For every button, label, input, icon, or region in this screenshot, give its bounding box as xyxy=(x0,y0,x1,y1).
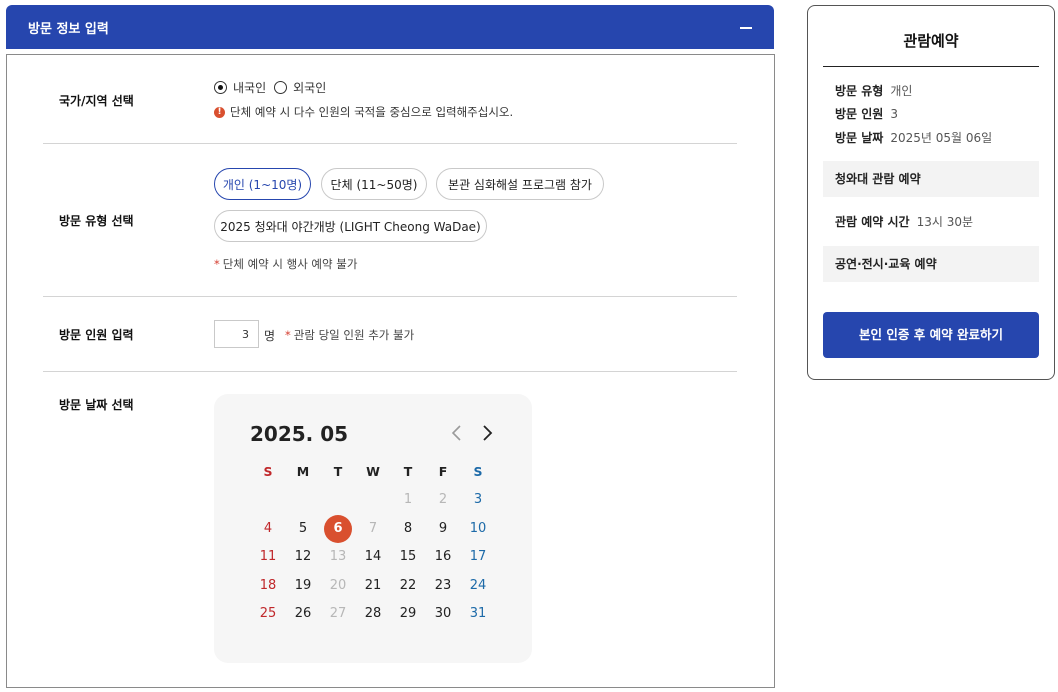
visitor-count-label: 방문 인원 입력 xyxy=(59,328,134,342)
visitor-count-input[interactable] xyxy=(214,320,259,348)
radio-domestic-label: 내국인 xyxy=(233,81,267,95)
visit-date-label: 방문 날짜 선택 xyxy=(59,398,134,412)
required-star: * xyxy=(285,328,291,342)
calendar-day[interactable]: 17 xyxy=(464,543,492,571)
chip-deep-tour-program[interactable]: 본관 심화해설 프로그램 참가 xyxy=(436,168,604,200)
calendar-day: 7 xyxy=(368,521,378,536)
visitor-count-note: * 관람 당일 인원 추가 불가 xyxy=(285,327,414,343)
section-title: 방문 정보 입력 xyxy=(28,22,109,37)
visitor-count-unit: 명 xyxy=(264,329,276,343)
calendar-day[interactable]: 24 xyxy=(464,572,492,600)
calendar-day-selected[interactable]: 6 xyxy=(324,515,352,543)
summary-row-visit-type: 방문 유형 개인 xyxy=(835,82,912,99)
nationality-radio-group: 내국인 외국인 xyxy=(214,79,334,96)
calendar-month-title: 2025. 05 xyxy=(250,422,349,446)
calendar-day[interactable]: 30 xyxy=(429,600,457,628)
visitor-count-note-text: 관람 당일 인원 추가 불가 xyxy=(293,328,415,342)
calendar-day[interactable]: 26 xyxy=(289,600,317,628)
summary-key: 방문 인원 xyxy=(835,107,884,121)
calendar-day[interactable]: 10 xyxy=(464,515,492,543)
calendar-day[interactable]: 19 xyxy=(289,572,317,600)
calendar-day[interactable]: 16 xyxy=(429,543,457,571)
visit-type-label: 방문 유형 선택 xyxy=(59,214,134,228)
calendar-day[interactable]: 12 xyxy=(289,543,317,571)
summary-key: 방문 날짜 xyxy=(835,131,884,145)
calendar-day[interactable]: 14 xyxy=(359,543,387,571)
nationality-notice-text: 단체 예약 시 다수 인원의 국적을 중심으로 입력해주십시오. xyxy=(230,105,514,119)
weekday-header: F xyxy=(438,464,448,479)
row-divider xyxy=(43,296,737,297)
radio-foreign[interactable]: 외국인 xyxy=(274,79,326,96)
required-star: * xyxy=(214,257,220,271)
complete-reservation-button[interactable]: 본인 인증 후 예약 완료하기 xyxy=(823,312,1039,358)
chevron-left-icon[interactable] xyxy=(450,422,464,444)
calendar-day: 13 xyxy=(329,549,347,564)
nationality-label: 국가/지역 선택 xyxy=(59,94,134,108)
summary-value: 개인 xyxy=(890,84,913,98)
row-divider xyxy=(43,371,737,372)
weekday-header: W xyxy=(366,464,380,479)
calendar-day[interactable]: 4 xyxy=(254,515,282,543)
calendar-day: 2 xyxy=(438,492,448,507)
calendar-day[interactable]: 9 xyxy=(429,515,457,543)
radio-foreign-label: 외국인 xyxy=(293,81,327,95)
summary-band-event-reservation: 공연·전시·교육 예약 xyxy=(823,246,1039,282)
visit-type-note: * 단체 예약 시 행사 예약 불가 xyxy=(214,256,357,272)
calendar-day[interactable]: 25 xyxy=(254,600,282,628)
calendar-day[interactable]: 11 xyxy=(254,543,282,571)
chevron-right-icon[interactable] xyxy=(480,422,494,444)
alert-icon: ! xyxy=(214,106,225,118)
summary-value: 3 xyxy=(890,107,898,121)
summary-title: 관람예약 xyxy=(903,32,959,50)
chip-individual[interactable]: 개인 (1~10명) xyxy=(214,168,311,200)
summary-value: 2025년 05월 06일 xyxy=(890,131,993,145)
summary-row-visit-date: 방문 날짜 2025년 05월 06일 xyxy=(835,129,992,146)
summary-divider xyxy=(823,66,1039,67)
summary-band-tour-reservation: 청와대 관람 예약 xyxy=(823,161,1039,197)
nationality-notice: ! 단체 예약 시 다수 인원의 국적을 중심으로 입력해주십시오. xyxy=(214,104,513,120)
section-header: 방문 정보 입력 xyxy=(6,5,774,49)
calendar-day[interactable]: 8 xyxy=(394,515,422,543)
reservation-summary-card: 관람예약 방문 유형 개인 방문 인원 3 방문 날짜 2025년 05월 06일 청… xyxy=(807,5,1055,380)
row-divider xyxy=(43,143,737,144)
weekday-header: M xyxy=(296,464,310,479)
calendar-day[interactable]: 18 xyxy=(254,572,282,600)
calendar-day[interactable]: 22 xyxy=(394,572,422,600)
calendar-day[interactable]: 3 xyxy=(464,486,492,514)
weekday-header: S xyxy=(263,464,273,479)
radio-checked-icon xyxy=(214,81,227,94)
calendar-day: 1 xyxy=(403,492,413,507)
visit-info-form: 국가/지역 선택 내국인 외국인 ! 단체 예약 시 다수 인원의 국적을 중심… xyxy=(6,54,775,688)
calendar-day[interactable]: 15 xyxy=(394,543,422,571)
calendar-day: 20 xyxy=(329,578,347,593)
radio-domestic[interactable]: 내국인 xyxy=(214,79,266,96)
calendar-day[interactable]: 29 xyxy=(394,600,422,628)
weekday-header: T xyxy=(333,464,343,479)
calendar-day[interactable]: 28 xyxy=(359,600,387,628)
collapse-icon[interactable] xyxy=(740,20,752,34)
date-picker-calendar: 2025. 05 S M T W T F S 1 2 3 4 5 6 7 8 9 10 11 12 13 14 15 16 1… xyxy=(214,394,532,663)
radio-unchecked-icon xyxy=(274,81,288,94)
visit-type-note-text: 단체 예약 시 행사 예약 불가 xyxy=(222,257,358,271)
summary-key: 방문 유형 xyxy=(835,84,884,98)
chip-night-opening[interactable]: 2025 청와대 야간개방 (LIGHT Cheong WaDae) xyxy=(214,210,487,242)
calendar-day[interactable]: 21 xyxy=(359,572,387,600)
weekday-header: T xyxy=(403,464,413,479)
calendar-day[interactable]: 31 xyxy=(464,600,492,628)
calendar-day: 27 xyxy=(329,606,347,621)
summary-row-visitor-count: 방문 인원 3 xyxy=(835,105,898,122)
summary-row-time: 관람 예약 시간 13시 30분 xyxy=(835,213,973,230)
calendar-day[interactable]: 23 xyxy=(429,572,457,600)
chip-group[interactable]: 단체 (11~50명) xyxy=(321,168,427,200)
summary-key: 관람 예약 시간 xyxy=(835,215,910,229)
summary-value: 13시 30분 xyxy=(916,215,974,229)
calendar-day[interactable]: 5 xyxy=(289,515,317,543)
weekday-header: S xyxy=(473,464,483,479)
